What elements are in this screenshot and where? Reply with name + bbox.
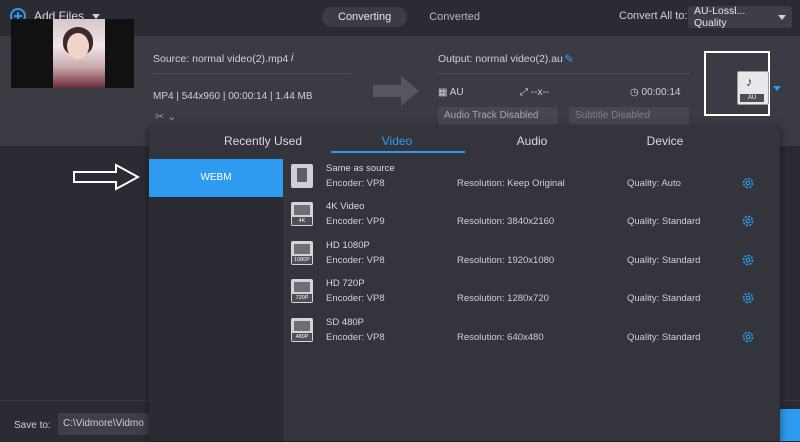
main-tabs: Converting Converted bbox=[322, 7, 496, 27]
gear-icon[interactable] bbox=[741, 330, 755, 344]
output-duration-text: 00:00:14 bbox=[641, 87, 681, 98]
source-filename: Source: normal video(2).mp4 bbox=[153, 53, 289, 65]
gear-icon[interactable] bbox=[741, 176, 755, 190]
gear-icon[interactable] bbox=[741, 253, 755, 267]
film-icon: 4K bbox=[291, 202, 313, 226]
preset-name: HD 720P bbox=[326, 278, 365, 289]
preset-name: Same as source bbox=[326, 163, 395, 174]
preset-item-720p[interactable]: 720P HD 720P Encoder: VP8 Resolution: 12… bbox=[291, 274, 780, 312]
info-icon[interactable]: i bbox=[291, 52, 293, 64]
preset-list: Same as source Encoder: VP8 Resolution: … bbox=[291, 159, 780, 441]
chevron-down-icon bbox=[778, 14, 786, 20]
gear-icon[interactable] bbox=[741, 291, 755, 305]
chevron-down-icon[interactable] bbox=[92, 13, 101, 19]
convert-all-value: AU-Lossl... Quality bbox=[694, 5, 746, 29]
film-icon: 480P bbox=[291, 318, 313, 342]
preset-resolution: Resolution: 3840x2160 bbox=[457, 216, 555, 227]
au-format-icon[interactable]: ♪ AU bbox=[737, 71, 769, 105]
preset-name: HD 1080P bbox=[326, 240, 370, 251]
preset-encoder: Encoder: VP8 bbox=[326, 255, 385, 266]
output-format: ▦ AU bbox=[438, 87, 464, 98]
preset-encoder: Encoder: VP8 bbox=[326, 178, 385, 189]
au-format-badge: AU bbox=[740, 94, 764, 102]
preset-quality: Quality: Standard bbox=[627, 255, 701, 266]
preset-resolution: Resolution: Keep Original bbox=[457, 178, 565, 189]
thumbnail-image bbox=[53, 19, 105, 88]
film-icon: 1080P bbox=[291, 241, 313, 265]
music-note-icon: ♪ bbox=[746, 74, 753, 89]
subtitle-select[interactable]: Subtitle Disabled bbox=[569, 107, 689, 125]
preset-quality: Quality: Standard bbox=[627, 216, 701, 227]
tab-converting[interactable]: Converting bbox=[322, 7, 408, 27]
preset-quality: Quality: Auto bbox=[627, 178, 681, 189]
save-path-field[interactable]: C:\Vidmore\Vidmo bbox=[58, 413, 150, 435]
gear-icon[interactable] bbox=[741, 214, 755, 228]
convert-all-button[interactable] bbox=[780, 409, 800, 441]
resolution-badge: 1080P bbox=[292, 256, 312, 264]
video-thumbnail[interactable] bbox=[11, 19, 134, 88]
film-icon: 720P bbox=[291, 279, 313, 303]
tab-recently-used[interactable]: Recently Used bbox=[193, 134, 333, 148]
trim-icon[interactable]: ✂ ⌄ bbox=[155, 110, 177, 123]
preset-resolution: Resolution: 640x480 bbox=[457, 332, 544, 343]
output-duration: ◷ 00:00:14 bbox=[630, 87, 681, 98]
pointer-arrow-icon bbox=[73, 163, 140, 191]
preset-item-4k[interactable]: 4K 4K Video Encoder: VP9 Resolution: 384… bbox=[291, 197, 780, 235]
tab-device[interactable]: Device bbox=[595, 134, 735, 148]
divider bbox=[437, 73, 690, 74]
preset-item-same-as-source[interactable]: Same as source Encoder: VP8 Resolution: … bbox=[291, 159, 780, 197]
preset-encoder: Encoder: VP8 bbox=[326, 293, 385, 304]
preset-resolution: Resolution: 1280x720 bbox=[457, 293, 549, 304]
tab-video[interactable]: Video bbox=[327, 134, 467, 148]
output-size: ⤢ --x-- bbox=[520, 87, 550, 98]
preset-quality: Quality: Standard bbox=[627, 293, 701, 304]
output-size-text: --x-- bbox=[530, 87, 550, 98]
save-to-label: Save to: bbox=[14, 420, 51, 431]
preset-name: SD 480P bbox=[326, 317, 365, 328]
format-tabs: Recently Used Video Audio Device bbox=[149, 126, 780, 156]
active-tab-underline bbox=[331, 151, 465, 153]
divider bbox=[153, 73, 351, 74]
preset-quality: Quality: Standard bbox=[627, 332, 701, 343]
tab-audio[interactable]: Audio bbox=[462, 134, 602, 148]
preset-encoder: Encoder: VP8 bbox=[326, 332, 385, 343]
preset-item-480p[interactable]: 480P SD 480P Encoder: VP8 Resolution: 64… bbox=[291, 313, 780, 351]
output-format-text: AU bbox=[449, 87, 464, 98]
format-sidebar: WEBM bbox=[149, 159, 283, 441]
source-format-icon bbox=[291, 164, 313, 188]
convert-all-select[interactable]: AU-Lossl... Quality bbox=[688, 5, 792, 29]
preset-resolution: Resolution: 1920x1080 bbox=[457, 255, 555, 266]
edit-pencil-icon[interactable]: ✎ bbox=[564, 52, 574, 66]
source-meta: MP4 | 544x960 | 00:00:14 | 1.44 MB bbox=[153, 91, 313, 102]
audio-track-select[interactable]: Audio Track Disabled bbox=[438, 107, 558, 125]
resolution-badge: 480P bbox=[292, 333, 312, 341]
resolution-badge: 4K bbox=[292, 217, 312, 225]
preset-item-1080p[interactable]: 1080P HD 1080P Encoder: VP8 Resolution: … bbox=[291, 236, 780, 274]
preset-encoder: Encoder: VP9 bbox=[326, 216, 385, 227]
sidebar-item-webm[interactable]: WEBM bbox=[149, 159, 283, 197]
output-filename: Output: normal video(2).au bbox=[438, 53, 563, 65]
tab-converted[interactable]: Converted bbox=[413, 7, 496, 27]
preset-name: 4K Video bbox=[326, 201, 365, 212]
resolution-badge: 720P bbox=[292, 294, 312, 302]
arrow-right-icon bbox=[373, 76, 419, 106]
format-dropdown-icon[interactable] bbox=[773, 86, 781, 91]
format-panel: Recently Used Video Audio Device WEBM Sa… bbox=[149, 126, 780, 441]
convert-all-label: Convert All to: bbox=[619, 10, 688, 22]
